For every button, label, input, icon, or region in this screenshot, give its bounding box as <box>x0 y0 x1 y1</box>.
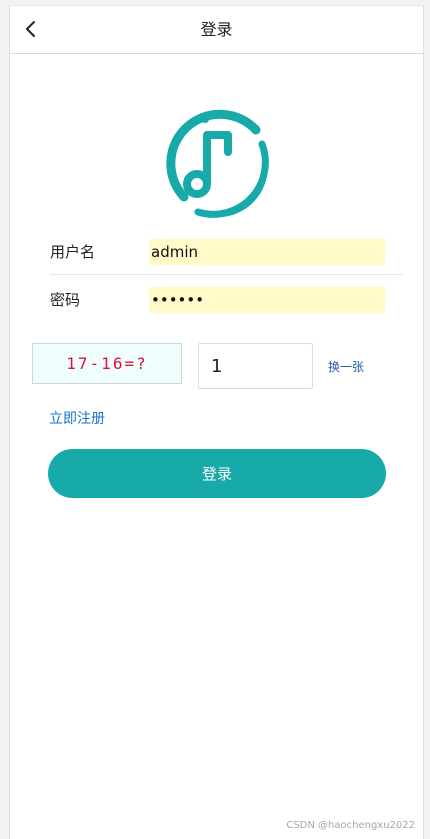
app-logo <box>158 102 278 222</box>
music-note-icon <box>166 109 269 218</box>
password-input[interactable] <box>149 287 385 313</box>
username-row: 用户名 <box>50 230 403 275</box>
page-title: 登录 <box>200 20 233 39</box>
watermark: CSDN @haochengxu2022 <box>286 820 415 831</box>
username-input[interactable] <box>149 239 385 265</box>
password-label: 密码 <box>50 291 81 309</box>
password-row: 密码 <box>50 278 403 322</box>
captcha-input[interactable] <box>198 343 313 389</box>
login-button[interactable]: 登录 <box>48 449 386 498</box>
register-link[interactable]: 立即注册 <box>49 408 105 428</box>
captcha-image[interactable]: 17-16=? <box>32 343 182 384</box>
chevron-left-icon <box>26 21 35 37</box>
refresh-captcha-link[interactable]: 换一张 <box>328 358 364 375</box>
back-button[interactable] <box>18 16 44 42</box>
username-label: 用户名 <box>50 243 96 261</box>
phone-screen: 登录 用户名 密码 17-16=? 换一张 立即注册 登录 CSDN @haoc… <box>9 5 424 839</box>
top-navigation-bar: 登录 <box>10 6 423 54</box>
